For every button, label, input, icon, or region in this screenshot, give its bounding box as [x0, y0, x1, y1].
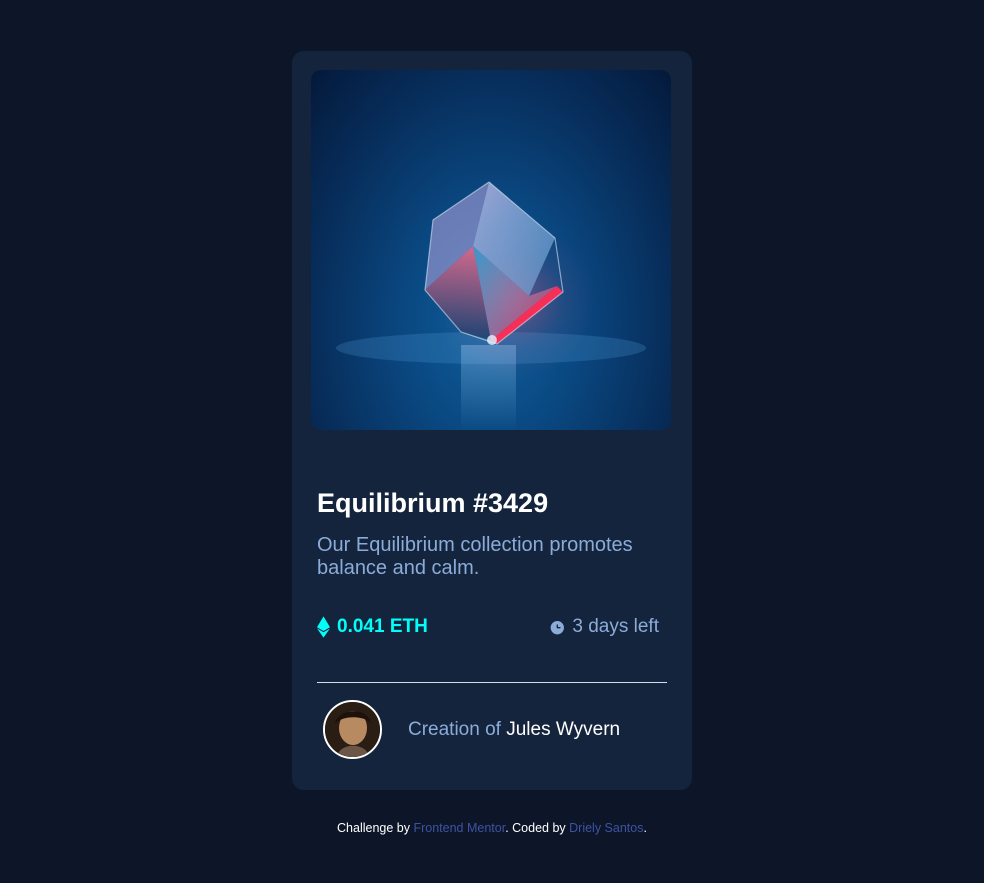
nft-title[interactable]: Equilibrium #3429	[317, 488, 548, 519]
creator-prefix: Creation of	[408, 718, 501, 740]
creator-info: Creation of Jules Wyvern	[323, 700, 620, 759]
frontend-mentor-link[interactable]: Frontend Mentor	[413, 821, 505, 835]
nft-description: Our Equilibrium collection promotes bala…	[317, 534, 633, 579]
nft-card: Equilibrium #3429 Our Equilibrium collec…	[292, 51, 692, 790]
attribution-prefix: Challenge by	[337, 821, 410, 835]
price-label: 0.041 ETH	[337, 616, 428, 637]
nft-stats: 0.041 ETH 3 days left	[317, 616, 659, 644]
clock-icon	[551, 620, 565, 634]
time-left: 3 days left	[549, 616, 659, 638]
card-divider	[317, 682, 667, 683]
avatar-portrait	[325, 702, 380, 757]
ethereum-icon	[317, 616, 330, 638]
attribution-suffix: .	[643, 821, 647, 835]
creator-line: Creation of Jules Wyvern	[408, 719, 620, 741]
coder-link[interactable]: Driely Santos	[569, 821, 643, 835]
time-left-label: 3 days left	[572, 616, 659, 637]
equilibrium-image[interactable]	[311, 70, 671, 430]
attribution: Challenge by Frontend Mentor. Coded by D…	[0, 821, 984, 835]
cube-illustration	[336, 181, 646, 430]
attribution-middle: . Coded by	[505, 821, 566, 835]
creator-avatar	[323, 700, 382, 759]
creator-name-link[interactable]: Jules Wyvern	[506, 719, 620, 740]
price-value: 0.041 ETH	[317, 616, 428, 638]
